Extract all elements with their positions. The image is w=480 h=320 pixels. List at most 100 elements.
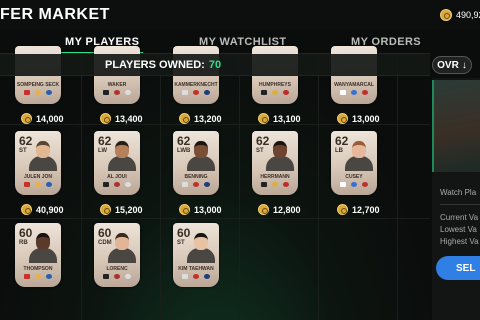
league-icon [114, 274, 120, 279]
nation-flag-icon [182, 274, 188, 279]
player-name: AL JOUI [107, 174, 127, 180]
player-shoulders [108, 156, 136, 171]
coin-icon [21, 204, 32, 215]
player-card[interactable]: 62 LW AL JOUI [94, 131, 140, 195]
player-name: JULEN JON [23, 174, 53, 180]
player-badges [261, 90, 289, 95]
current-value-label: Current Va [440, 213, 479, 222]
player-price-value: 14,000 [36, 113, 64, 124]
player-price: 13,100 [258, 113, 301, 124]
player-badges [182, 182, 210, 187]
player-head [36, 141, 50, 158]
player-shoulders [266, 156, 294, 171]
players-owned: PLAYERS OWNED: 70 [105, 59, 221, 71]
player-price: 13,000 [337, 113, 380, 124]
league-icon [114, 182, 120, 187]
coin-icon [179, 204, 190, 215]
player-name: LORENC [106, 266, 128, 272]
player-portrait [266, 141, 294, 171]
player-card[interactable]: 60 CDM LORENC [94, 223, 140, 287]
club-badge-icon [125, 274, 131, 279]
grid-divider [397, 54, 398, 320]
player-card[interactable]: 62 LB CUSEY [331, 131, 377, 195]
sort-button[interactable]: OVR ↓ [432, 56, 472, 74]
player-price-value: 13,400 [115, 113, 143, 124]
club-badge-icon [125, 90, 131, 95]
league-icon [351, 182, 357, 187]
player-position: LB [335, 148, 343, 154]
grid-divider [0, 124, 430, 125]
players-owned-label: PLAYERS OWNED: [105, 59, 205, 71]
player-shoulders [187, 156, 215, 171]
player-shoulders [29, 248, 57, 263]
player-name: HUMPHREYS [259, 82, 291, 88]
player-badges [24, 90, 52, 95]
player-head [36, 233, 50, 250]
player-head [352, 141, 366, 158]
player-card[interactable]: 60 ST KIM TAEHWAN [173, 223, 219, 287]
league-icon [35, 90, 41, 95]
highest-value-label: Highest Va [440, 237, 479, 246]
nation-flag-icon [261, 182, 267, 187]
player-price: 13,000 [179, 204, 222, 215]
top-bar: FER MARKET 490,92 [0, 0, 480, 30]
coin-balance-value: 490,92 [456, 10, 480, 20]
club-badge-icon [362, 90, 368, 95]
player-price: 13,400 [100, 113, 143, 124]
grid-divider [239, 54, 240, 320]
player-card[interactable]: 60 RB THOMPSON [15, 223, 61, 287]
player-name: KAMMERKNECHT [174, 82, 218, 88]
player-price: 15,200 [100, 204, 143, 215]
league-icon [35, 182, 41, 187]
player-portrait [29, 141, 57, 171]
player-position: LW [98, 148, 107, 154]
nation-flag-icon [182, 182, 188, 187]
player-price-value: 40,900 [36, 204, 64, 215]
nation-flag-icon [261, 90, 267, 95]
club-badge-icon [204, 182, 210, 187]
player-badges [24, 274, 52, 279]
player-shoulders [345, 156, 373, 171]
coin-icon [258, 204, 269, 215]
player-badges [24, 182, 52, 187]
coin-icon [440, 9, 452, 21]
player-head [194, 141, 208, 158]
player-price-value: 13,000 [352, 113, 380, 124]
player-badges [182, 90, 210, 95]
watch-player-label[interactable]: Watch Pla [440, 188, 476, 197]
player-portrait [108, 141, 136, 171]
player-portrait [108, 233, 136, 263]
club-badge-icon [283, 182, 289, 187]
player-shoulders [29, 156, 57, 171]
player-card[interactable]: 62 LWB BENNING [173, 131, 219, 195]
player-card[interactable]: 62 ST JULEN JON [15, 131, 61, 195]
player-position: RB [19, 240, 28, 246]
player-badges [103, 182, 131, 187]
grid-divider [160, 54, 161, 320]
coin-icon [337, 204, 348, 215]
player-badges [340, 90, 368, 95]
grid-divider [0, 218, 430, 219]
club-badge-icon [46, 90, 52, 95]
league-icon [351, 90, 357, 95]
player-head [115, 233, 129, 250]
sell-button[interactable]: SEL [436, 256, 480, 280]
nation-flag-icon [24, 274, 30, 279]
player-price-value: 13,100 [273, 113, 301, 124]
club-badge-icon [283, 90, 289, 95]
player-badges [182, 274, 210, 279]
players-owned-bar: PLAYERS OWNED: 70 [0, 54, 430, 76]
player-name: BENNING [184, 174, 208, 180]
player-price: 12,800 [258, 204, 301, 215]
player-name: WANYAMARCAL [334, 82, 374, 88]
selected-player-card[interactable] [432, 80, 480, 172]
club-badge-icon [46, 274, 52, 279]
player-name: WAKER [107, 82, 127, 88]
player-position: ST [256, 148, 264, 154]
player-head [273, 141, 287, 158]
player-badges [340, 182, 368, 187]
coin-icon [21, 113, 32, 124]
league-icon [272, 182, 278, 187]
player-name: CUSEY [345, 174, 363, 180]
player-card[interactable]: 62 ST HERRMANN [252, 131, 298, 195]
